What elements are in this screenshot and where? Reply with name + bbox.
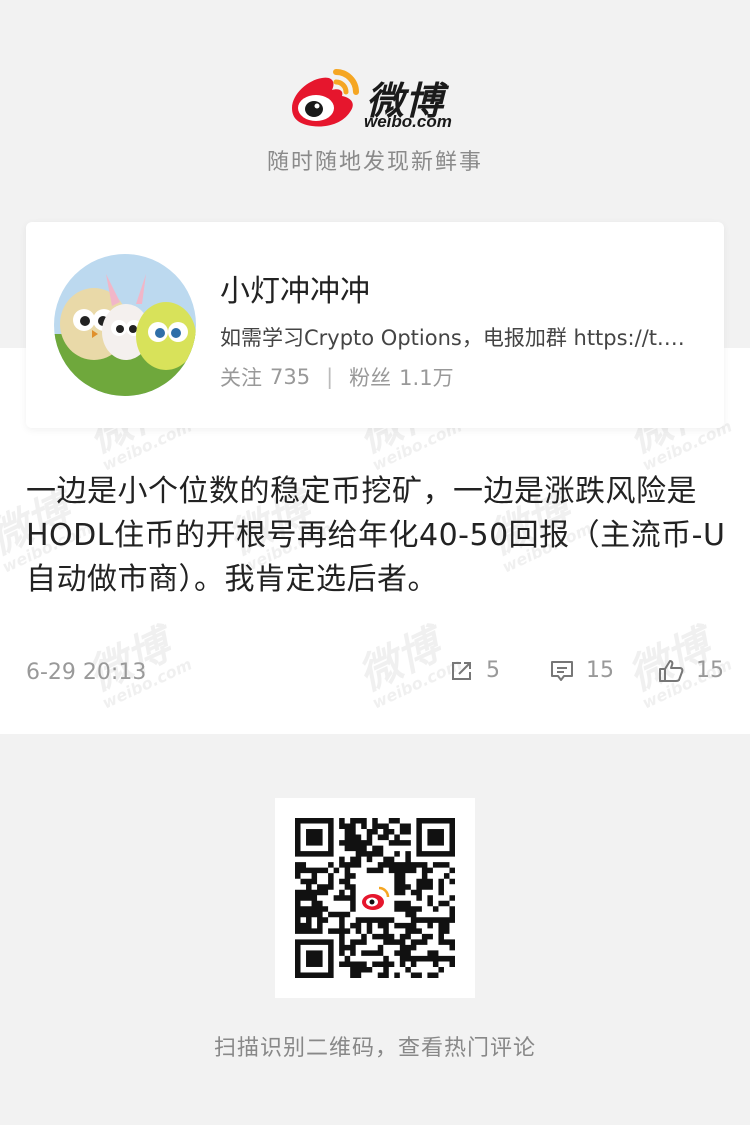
comment-count: 15 [586, 658, 614, 683]
user-bio: 如需学习Crypto Options，电报加群 https://t.me/... [220, 326, 700, 350]
post-text: 一边是小个位数的稳定币挖矿，一边是涨跌风险是HODL住币的开根号再给年化40-5… [26, 474, 726, 597]
logo-text-en: weibo.com [364, 112, 452, 131]
like-button[interactable]: 15 [658, 658, 724, 683]
user-stats: 关注 735 | 粉丝 1.1万 [220, 362, 454, 392]
qr-code[interactable] [275, 798, 475, 998]
avatar-image [54, 254, 196, 396]
avatar[interactable] [54, 254, 196, 396]
stats-separator: | [326, 365, 334, 389]
followers-label: 粉丝 [349, 366, 392, 390]
user-card[interactable]: 小灯冲冲冲 如需学习Crypto Options，电报加群 https://t.… [26, 222, 724, 428]
following-label: 关注 [220, 366, 262, 390]
like-count: 15 [696, 658, 724, 683]
post-time: 6-29 20:13 [26, 660, 147, 685]
repost-icon [452, 661, 471, 680]
thumbs-up-icon [659, 659, 684, 682]
repost-button[interactable]: 5 [450, 658, 500, 683]
post-meta: 6-29 20:13 5 15 15 [26, 656, 724, 692]
qr-weibo-logo-icon [358, 881, 392, 915]
comment-button[interactable]: 15 [550, 658, 614, 683]
qr-code-image [295, 818, 455, 978]
following-count: 735 [270, 365, 311, 389]
comment-icon [551, 660, 573, 681]
weibo-eye-icon [292, 69, 359, 127]
qr-caption: 扫描识别二维码，查看热门评论 [213, 1036, 536, 1061]
followers-count: 1.1万 [399, 366, 454, 390]
weibo-logo: 微博 weibo.com [286, 66, 466, 131]
repost-count: 5 [486, 658, 500, 683]
slogan: 随时随地发现新鲜事 [266, 150, 483, 175]
user-name[interactable]: 小灯冲冲冲 [220, 266, 370, 310]
